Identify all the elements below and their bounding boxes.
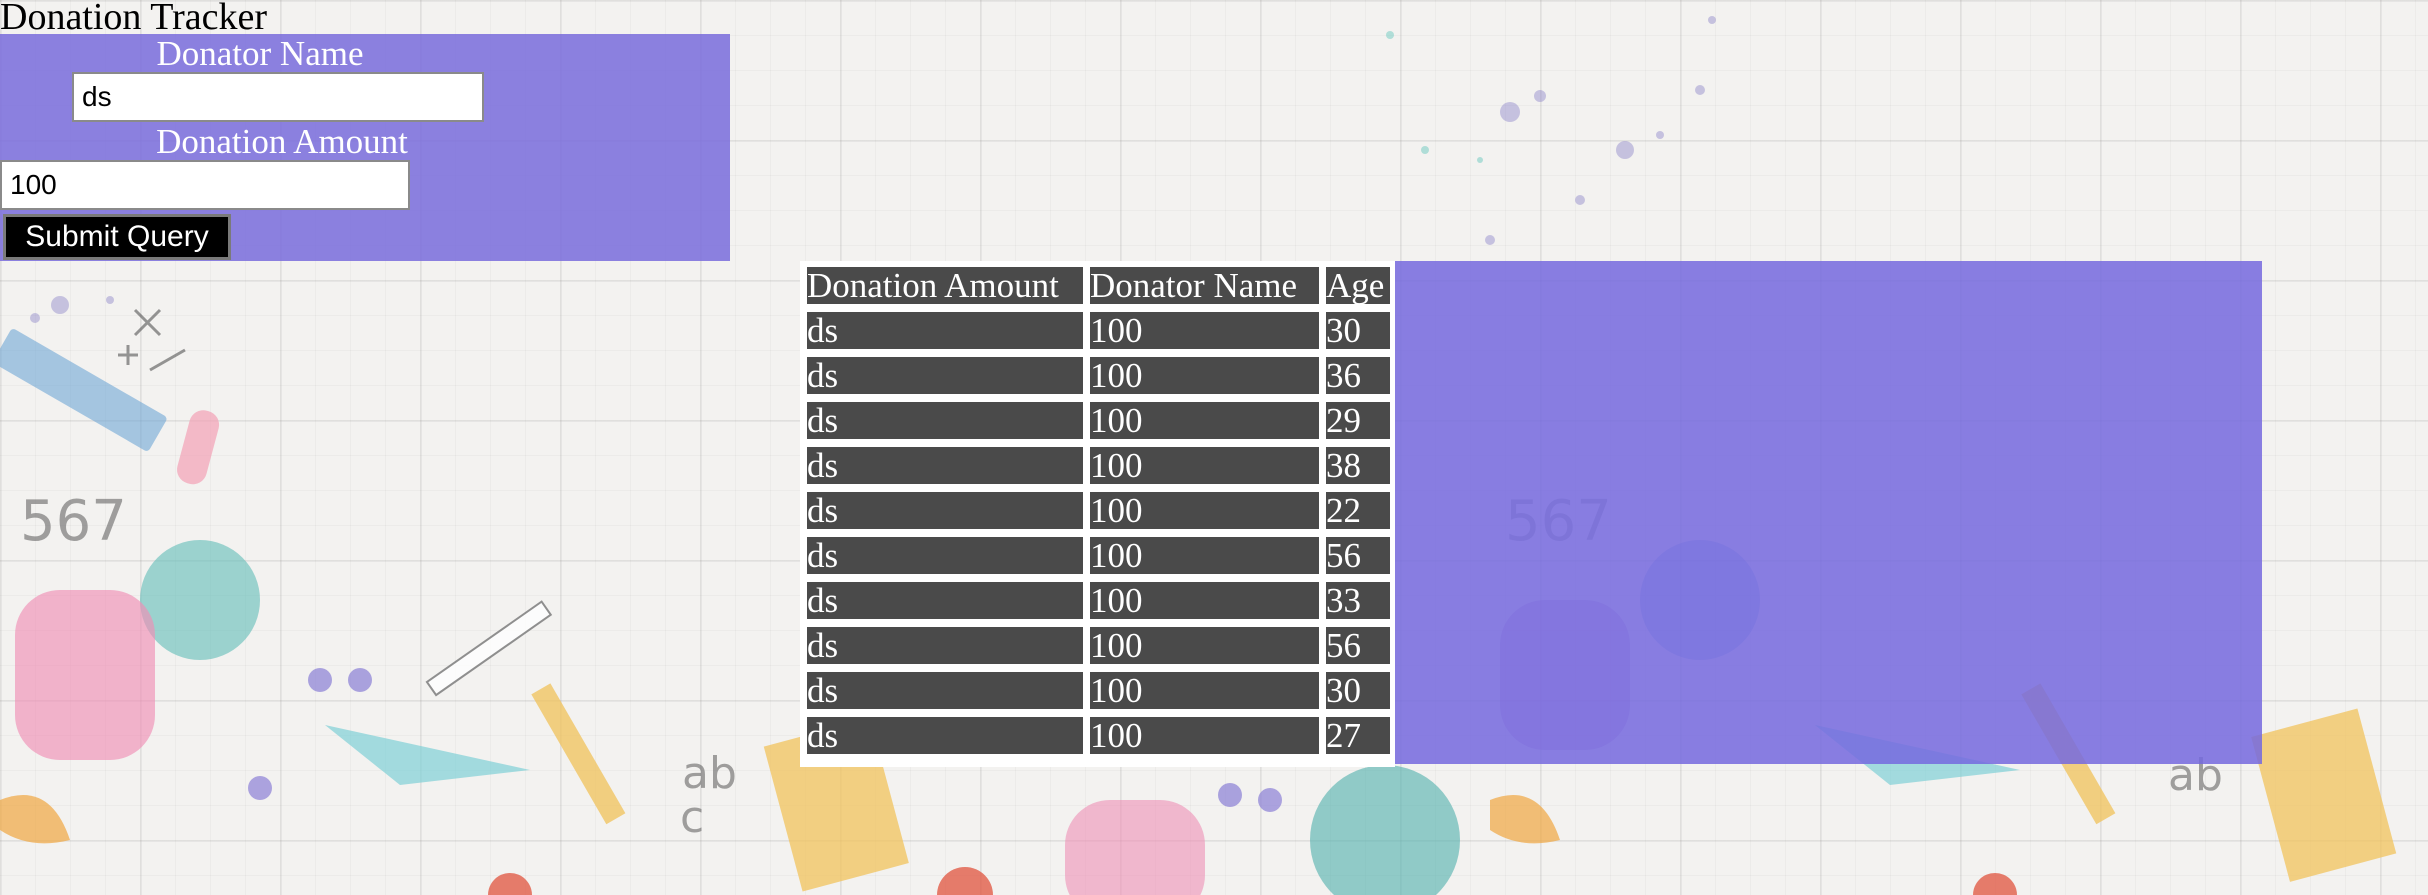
cell-donator-name: 100 <box>1090 447 1319 484</box>
cell-age: 29 <box>1326 402 1390 439</box>
table-row: ds 100 22 <box>807 492 1390 529</box>
donator-name-label: Donator Name <box>156 34 364 73</box>
donation-form: Donator Name Donation Amount Submit Quer… <box>0 34 730 261</box>
cell-age: 38 <box>1326 447 1390 484</box>
cell-donation-amount: ds <box>807 537 1083 574</box>
cell-donation-amount: ds <box>807 402 1083 439</box>
donations-table: Donation Amount Donator Name Age ds 100 … <box>807 259 1390 762</box>
cell-age: 56 <box>1326 537 1390 574</box>
table-row: ds 100 29 <box>807 402 1390 439</box>
header-donation-amount: Donation Amount <box>807 267 1083 304</box>
submit-query-button[interactable]: Submit Query <box>3 214 231 260</box>
cell-donator-name: 100 <box>1090 582 1319 619</box>
cell-donation-amount: ds <box>807 627 1083 664</box>
cell-donation-amount: ds <box>807 492 1083 529</box>
table-row: ds 100 56 <box>807 627 1390 664</box>
cell-donation-amount: ds <box>807 357 1083 394</box>
cell-donation-amount: ds <box>807 447 1083 484</box>
table-row: ds 100 30 <box>807 672 1390 709</box>
donation-amount-label: Donation Amount <box>156 122 408 161</box>
header-donator-name: Donator Name <box>1090 267 1319 304</box>
table-row: ds 100 38 <box>807 447 1390 484</box>
right-overlay-panel <box>1395 261 2262 764</box>
svg-text:567: 567 <box>20 489 127 554</box>
cell-donation-amount: ds <box>807 672 1083 709</box>
table-row: ds 100 36 <box>807 357 1390 394</box>
svg-text:ab: ab <box>682 748 737 799</box>
cell-donator-name: 100 <box>1090 402 1319 439</box>
cell-age: 30 <box>1326 672 1390 709</box>
cell-age: 33 <box>1326 582 1390 619</box>
cell-donator-name: 100 <box>1090 672 1319 709</box>
cell-donator-name: 100 <box>1090 537 1319 574</box>
donator-name-input[interactable] <box>72 72 484 122</box>
table-row: ds 100 30 <box>807 312 1390 349</box>
cell-age: 27 <box>1326 717 1390 754</box>
cell-donation-amount: ds <box>807 582 1083 619</box>
table-row: ds 100 56 <box>807 537 1390 574</box>
cell-donator-name: 100 <box>1090 717 1319 754</box>
header-age: Age <box>1326 267 1390 304</box>
cell-donator-name: 100 <box>1090 492 1319 529</box>
svg-text:c: c <box>680 792 704 843</box>
cell-age: 36 <box>1326 357 1390 394</box>
cell-donation-amount: ds <box>807 312 1083 349</box>
cell-donation-amount: ds <box>807 717 1083 754</box>
cell-donator-name: 100 <box>1090 357 1319 394</box>
table-row: ds 100 27 <box>807 717 1390 754</box>
page-title: Donation Tracker <box>0 0 268 38</box>
cell-donator-name: 100 <box>1090 627 1319 664</box>
table-header-row: Donation Amount Donator Name Age <box>807 267 1390 304</box>
cell-age: 30 <box>1326 312 1390 349</box>
cell-age: 22 <box>1326 492 1390 529</box>
table-row: ds 100 33 <box>807 582 1390 619</box>
donation-amount-input[interactable] <box>0 160 410 210</box>
cell-age: 56 <box>1326 627 1390 664</box>
donations-table-container: Donation Amount Donator Name Age ds 100 … <box>800 261 1395 767</box>
cell-donator-name: 100 <box>1090 312 1319 349</box>
